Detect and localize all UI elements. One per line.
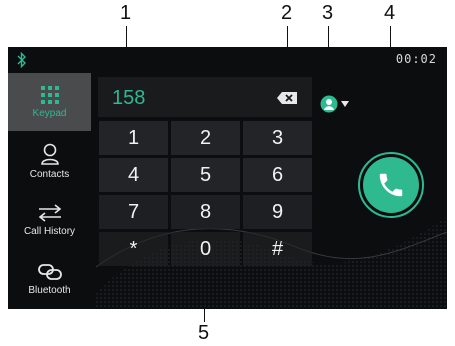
contact-person-icon (320, 95, 338, 113)
key-7[interactable]: 7 (99, 195, 168, 229)
key-hash[interactable]: # (243, 232, 312, 266)
phone-icon (379, 173, 403, 197)
backspace-icon[interactable] (276, 91, 298, 105)
key-3[interactable]: 3 (243, 121, 312, 155)
keypad-icon (40, 86, 59, 104)
key-star[interactable]: * (99, 232, 168, 266)
contact-selector[interactable] (320, 95, 350, 113)
key-1[interactable]: 1 (99, 121, 168, 155)
key-0[interactable]: 0 (171, 232, 240, 266)
key-4[interactable]: 4 (99, 158, 168, 192)
sidebar: Keypad Contacts Call History Bluetooth (8, 73, 91, 309)
phone-screen: 00:02 Keypad Contacts Call History Bluet… (8, 47, 447, 309)
bluetooth-icon (17, 51, 26, 69)
callout-5: 5 (198, 322, 210, 344)
sidebar-item-keypad[interactable]: Keypad (8, 73, 91, 131)
caret-down-icon (341, 101, 349, 107)
key-2[interactable]: 2 (171, 121, 240, 155)
call-button-inner (363, 157, 419, 213)
dialpad: 158 1 2 3 4 5 6 7 8 9 * 0 # (96, 73, 314, 309)
status-bar: 00:02 (8, 47, 447, 73)
sidebar-item-label: Bluetooth (28, 285, 71, 296)
sidebar-item-label: Call History (23, 226, 76, 237)
key-5[interactable]: 5 (171, 158, 240, 192)
sidebar-item-call-history[interactable]: Call History (8, 191, 91, 249)
sidebar-item-contacts[interactable]: Contacts (8, 132, 91, 190)
key-8[interactable]: 8 (171, 195, 240, 229)
clock: 00:02 (395, 52, 437, 66)
callout-2: 2 (281, 2, 293, 24)
call-button[interactable] (358, 152, 424, 218)
bluetooth-link-icon (37, 264, 62, 280)
callout-3: 3 (322, 2, 334, 24)
contact-icon (40, 143, 59, 165)
sidebar-item-label: Contacts (29, 169, 70, 180)
key-9[interactable]: 9 (243, 195, 312, 229)
key-6[interactable]: 6 (243, 158, 312, 192)
call-history-icon (38, 204, 61, 222)
sidebar-item-label: Keypad (32, 108, 67, 119)
sidebar-item-bluetooth[interactable]: Bluetooth (8, 250, 91, 308)
callout-4: 4 (384, 2, 396, 24)
callout-1: 1 (120, 2, 132, 24)
number-display: 158 (98, 77, 312, 117)
dialed-number: 158 (112, 87, 146, 109)
